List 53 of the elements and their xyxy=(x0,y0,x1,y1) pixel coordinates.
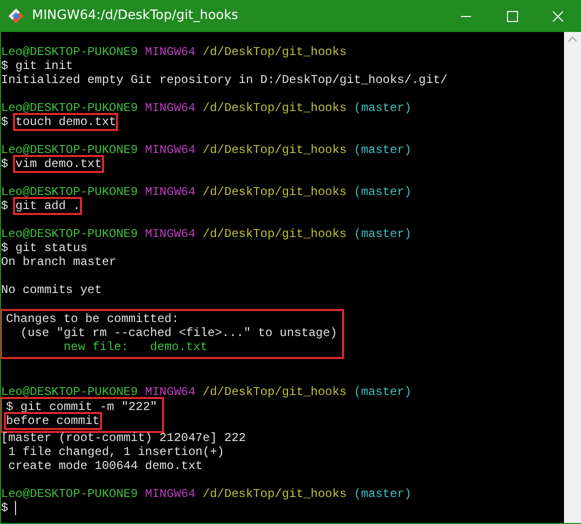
highlighted-text: before commit xyxy=(6,414,100,428)
terminal-text: (master) xyxy=(352,385,412,399)
maximize-icon xyxy=(506,10,518,22)
terminal-text: (master) xyxy=(352,143,412,157)
terminal-text: (master) xyxy=(352,487,412,501)
terminal-text: On branch master xyxy=(1,255,116,269)
highlighted-text: vim demo.txt xyxy=(15,157,102,171)
terminal-text: Leo@DESKTOP-PUKONE9 xyxy=(1,45,138,59)
terminal-text: MINGW64 xyxy=(144,101,196,115)
terminal-text: [master (root-commit) 212047e] 222 xyxy=(1,431,246,445)
terminal-text: /d/DeskTop/git_hooks xyxy=(202,143,347,157)
highlighted-text: git add . xyxy=(15,199,80,213)
terminal-text: (master) xyxy=(352,185,412,199)
terminal-text: Leo@DESKTOP-PUKONE9 xyxy=(1,385,138,399)
terminal-text: Leo@DESKTOP-PUKONE9 xyxy=(1,101,138,115)
terminal-text: /d/DeskTop/git_hooks xyxy=(202,487,347,501)
close-icon xyxy=(552,10,564,22)
terminal-text: (master) xyxy=(352,101,412,115)
terminal-text: Leo@DESKTOP-PUKONE9 xyxy=(1,143,138,157)
terminal-text: (master) xyxy=(352,227,412,241)
terminal-text: $ xyxy=(1,501,10,515)
terminal-text: $ git init xyxy=(1,59,74,73)
terminal-text: MINGW64 xyxy=(144,185,196,199)
terminal-text: MINGW64 xyxy=(144,45,196,59)
terminal-text: $ xyxy=(1,157,10,171)
terminal-text: No commits yet xyxy=(1,283,102,297)
highlighted-text: touch demo.txt xyxy=(15,115,116,129)
terminal-text: 1 file changed, 1 insertion(+) xyxy=(7,445,224,459)
terminal-text: Leo@DESKTOP-PUKONE9 xyxy=(1,487,138,501)
terminal-text: create mode 100644 demo.txt xyxy=(7,459,203,473)
terminal-text: /d/DeskTop/git_hooks xyxy=(202,101,347,115)
terminal-text: /d/DeskTop/git_hooks xyxy=(202,227,347,241)
scrollbar[interactable] xyxy=(564,32,581,523)
terminal-text: $ xyxy=(1,199,10,213)
terminal-text: Leo@DESKTOP-PUKONE9 xyxy=(1,227,138,241)
terminal-text: (use "git rm --cached <file>..." to unstage) xyxy=(19,326,338,340)
terminal-text: MINGW64 xyxy=(144,143,196,157)
scroll-up-icon[interactable] xyxy=(568,36,577,42)
terminal-text: MINGW64 xyxy=(144,385,196,399)
terminal-text: $ xyxy=(1,115,10,129)
window-title: MINGW64:/d/DeskTop/git_hooks xyxy=(32,7,240,26)
terminal-text: $ git commit -m "222" xyxy=(6,400,158,414)
terminal-text: Changes to be committed: xyxy=(6,312,179,326)
terminal-text: Initialized empty Git repository in D:/DeskTop/git_hooks/.git/ xyxy=(1,73,448,87)
terminal-text: Leo@DESKTOP-PUKONE9 xyxy=(1,185,138,199)
terminal-text: new file: demo.txt xyxy=(62,340,208,354)
terminal-text: MINGW64 xyxy=(144,227,196,241)
terminal-text: MINGW64 xyxy=(144,487,196,501)
app-icon xyxy=(8,8,24,24)
terminal-text: /d/DeskTop/git_hooks xyxy=(202,45,347,59)
terminal-text: /d/DeskTop/git_hooks xyxy=(202,185,347,199)
terminal-text: /d/DeskTop/git_hooks xyxy=(202,385,347,399)
terminal-text: $ git status xyxy=(1,241,88,255)
